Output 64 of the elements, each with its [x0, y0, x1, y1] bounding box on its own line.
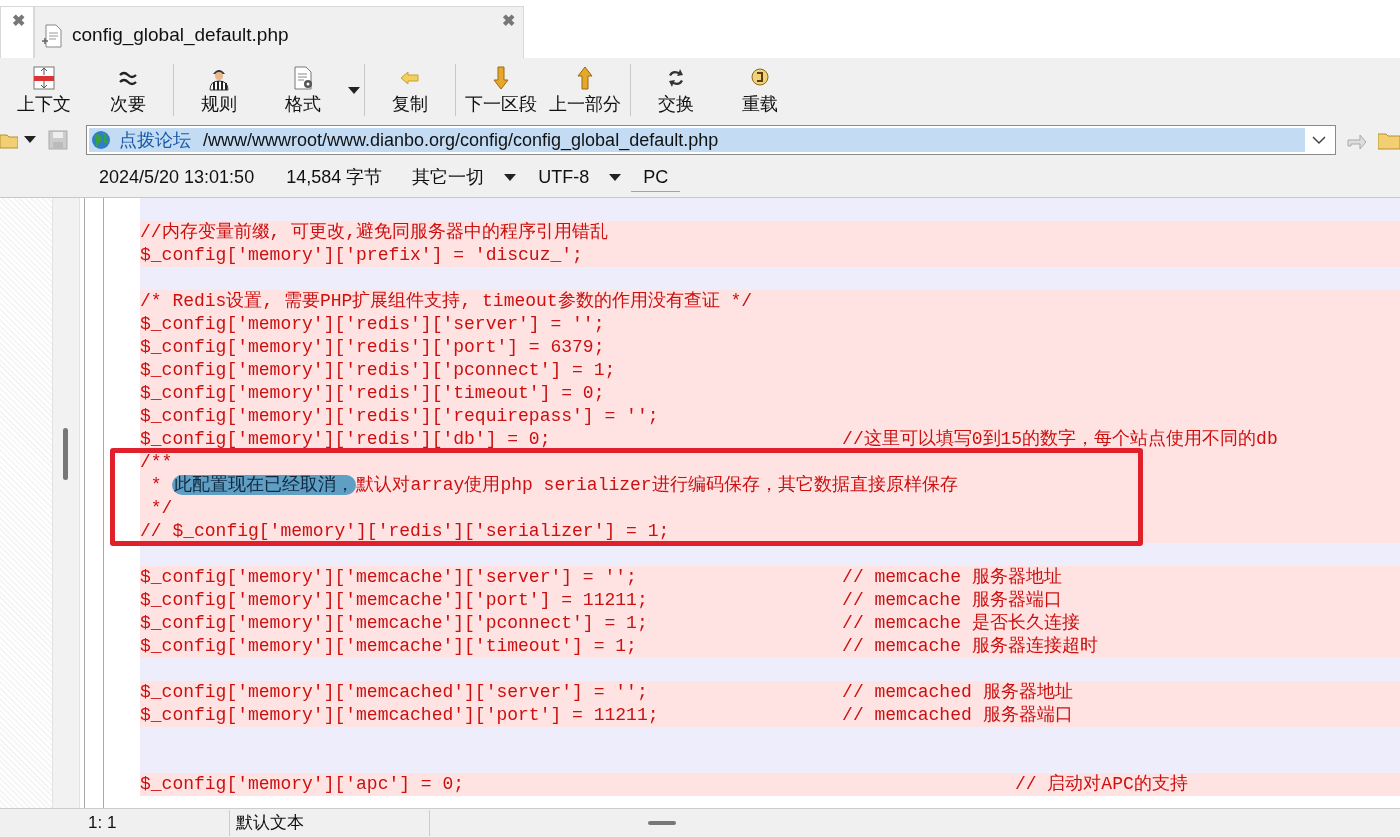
chevron-down-icon[interactable]	[1312, 135, 1327, 145]
syntax-mode[interactable]: 默认文本	[230, 810, 430, 836]
caret-icon[interactable]	[23, 136, 36, 144]
code-line: /* Redis设置, 需要PHP扩展组件支持, timeout参数的作用没有查证 */	[140, 293, 753, 310]
toolbar-button[interactable]: 复制	[368, 61, 452, 119]
cursor-position: 1: 1	[0, 810, 230, 836]
code-comment: // memcache 服务器连接超时	[842, 638, 1098, 655]
toolbar-button[interactable]: 规则	[177, 61, 261, 119]
split-view-icon	[31, 65, 57, 91]
code-line: $_config['memory']['memcached']['port'] = 11211;	[140, 707, 660, 724]
code-line: $_config['memory']['memcache']['port'] = 11211;	[140, 592, 649, 609]
code-comment: // memcached 服务器端口	[842, 707, 1073, 724]
toolbar-button[interactable]: 次要	[86, 61, 170, 119]
folder-icon[interactable]	[1378, 130, 1400, 150]
caret-icon[interactable]	[347, 85, 361, 95]
tab-title: config_global_default.php	[72, 23, 289, 48]
code-comment: // memcache 服务器端口	[842, 592, 1062, 609]
horizontal-scroll-thumb[interactable]	[648, 821, 676, 825]
toolbar-button[interactable]: 格式	[261, 61, 345, 119]
code-line: $_config['memory']['memcache']['server'] = '';	[140, 569, 638, 586]
toolbar-button[interactable]: 交换	[634, 61, 718, 119]
toolbar-button[interactable]: 上下文	[2, 61, 86, 119]
code-line: $_config['memory']['redis']['requirepass'] = '';	[140, 408, 659, 425]
globe-icon	[90, 130, 111, 150]
filter-dropdown[interactable]: 其它一切	[412, 164, 517, 191]
close-icon[interactable]: ✖	[502, 9, 515, 33]
code-line: $_config['memory']['memcache']['pconnect'] = 1;	[140, 615, 649, 632]
code-line: $_config['memory']['prefix'] = 'discuz_';	[140, 247, 583, 264]
code-line: //内存变量前缀, 可更改,避免同服务器中的程序引用错乱	[140, 224, 608, 241]
code-comment: // memcache 是否长久连接	[842, 615, 1080, 632]
code-line: $_config['memory']['apc'] = 0;	[140, 776, 466, 793]
file-size: 14,584 字节	[286, 166, 383, 189]
toolbar-button[interactable]: 上一部分	[543, 61, 627, 119]
path-field[interactable]: 点拨论坛 /www/wwwroot/www.dianbo.org/config/config_global_default.php	[85, 125, 1337, 155]
scroll-thumb[interactable]	[63, 428, 68, 480]
code-line: $_config['memory']['memcached']['server'] = '';	[140, 684, 649, 701]
encoding-dropdown[interactable]: UTF-8	[538, 164, 622, 191]
document-icon	[40, 22, 64, 49]
file-tab[interactable]: config_global_default.php ✖	[34, 6, 524, 58]
code-comment: // memcache 服务器地址	[842, 569, 1062, 586]
code-line: $_config['memory']['redis']['server'] = '';	[140, 316, 605, 333]
code-line: $_config['memory']['redis']['db'] = 0;	[140, 431, 552, 448]
code-line: $_config['memory']['redis']['pconnect'] = 1;	[140, 362, 616, 379]
file-tab[interactable]: ✖	[0, 6, 34, 58]
code-line: /**	[140, 454, 173, 471]
file-date: 2024/5/20 13:01:50	[99, 166, 255, 189]
code-comment: //这里可以填写0到15的数字，每个站点使用不同的db	[842, 431, 1278, 448]
toolbar-button[interactable]: 下一区段	[459, 61, 543, 119]
toolbar-button[interactable]: 重载	[718, 61, 802, 119]
caret-icon	[609, 173, 622, 182]
code-line: */	[149, 500, 173, 517]
code-line: $_config['memory']['redis']['timeout'] = 0;	[140, 385, 605, 402]
code-line: * 此配置现在已经取消，默认对array使用php serializer进行编码保存，其它数据直接原样保存	[149, 477, 958, 494]
code-line: $_config['memory']['memcache']['timeout'] = 1;	[140, 638, 638, 655]
file-path: /www/wwwroot/www.dianbo.org/config/config_global_default.php	[202, 128, 719, 153]
code-line: $_config['memory']['redis']['port'] = 6379;	[140, 339, 605, 356]
code-comment: // memcached 服务器地址	[842, 684, 1073, 701]
code-comment: // 启动对APC的支持	[1014, 776, 1188, 793]
site-name: 点拨论坛	[118, 128, 191, 152]
line-endings[interactable]: PC	[631, 163, 681, 192]
save-icon[interactable]	[47, 130, 68, 150]
close-icon[interactable]: ✖	[12, 9, 25, 33]
code-line: // $_config['memory']['redis']['serializer'] = 1;	[140, 523, 670, 540]
caret-icon	[504, 173, 517, 182]
